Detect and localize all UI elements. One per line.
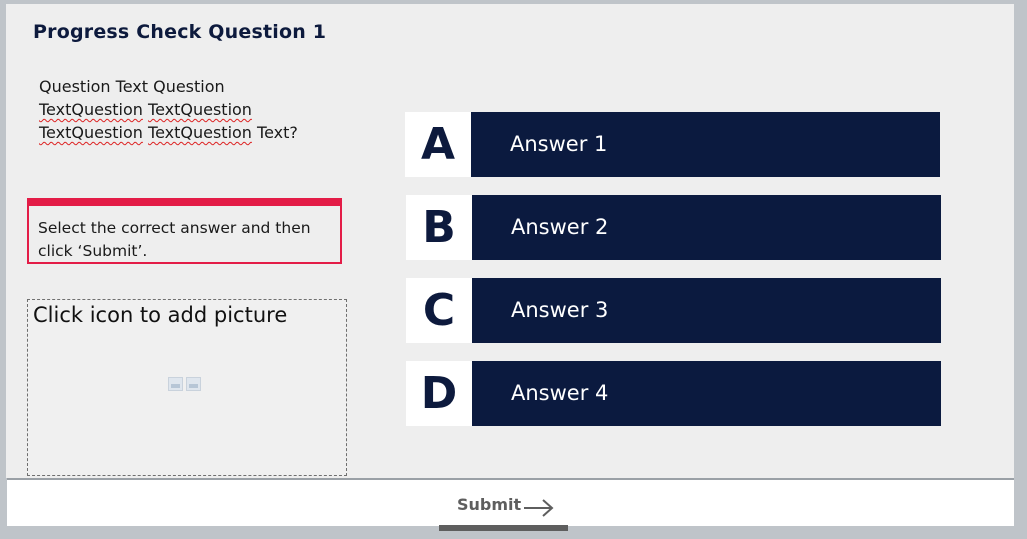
submit-button[interactable]: Submit (439, 486, 569, 531)
question-word: TextQuestion (148, 100, 252, 119)
submit-underline (439, 525, 568, 531)
answer-bar[interactable]: Answer 4 (472, 361, 941, 426)
online-picture-icon[interactable] (186, 377, 201, 391)
answer-letter: B (406, 195, 472, 260)
answer-label: Answer 3 (511, 298, 609, 322)
answer-option-c[interactable]: C Answer 3 (406, 278, 941, 343)
answer-bar[interactable]: Answer 1 (471, 112, 940, 177)
answer-label: Answer 2 (511, 215, 609, 239)
page-title: Progress Check Question 1 (33, 21, 327, 43)
picture-icons[interactable] (168, 377, 201, 391)
answer-option-d[interactable]: D Answer 4 (406, 361, 941, 426)
answer-bar[interactable]: Answer 3 (472, 278, 941, 343)
question-line-1: Question Text Question (39, 77, 225, 96)
instruction-text: Select the correct answer and then click… (38, 219, 311, 260)
picture-placeholder-text: Click icon to add picture (33, 303, 288, 327)
picture-placeholder[interactable]: Click icon to add picture (27, 299, 347, 476)
instruction-box: Select the correct answer and then click… (27, 198, 342, 264)
answer-option-a[interactable]: A Answer 1 (405, 112, 940, 177)
question-text: Question Text Question TextQuestion Text… (39, 75, 329, 144)
question-word: Text? (257, 123, 298, 142)
question-word: TextQuestion (148, 123, 252, 142)
arrow-right-icon (524, 499, 554, 517)
answer-label: Answer 1 (510, 132, 608, 156)
question-word: TextQuestion (39, 123, 143, 142)
answer-bar[interactable]: Answer 2 (472, 195, 941, 260)
answer-letter: D (406, 361, 472, 426)
answer-letter: C (406, 278, 472, 343)
answer-label: Answer 4 (511, 381, 609, 405)
answer-letter: A (405, 112, 471, 177)
question-word: TextQuestion (39, 100, 143, 119)
insert-picture-icon[interactable] (168, 377, 183, 391)
answer-option-b[interactable]: B Answer 2 (406, 195, 941, 260)
footer-bar: Submit (7, 478, 1014, 531)
submit-label: Submit (457, 495, 522, 514)
